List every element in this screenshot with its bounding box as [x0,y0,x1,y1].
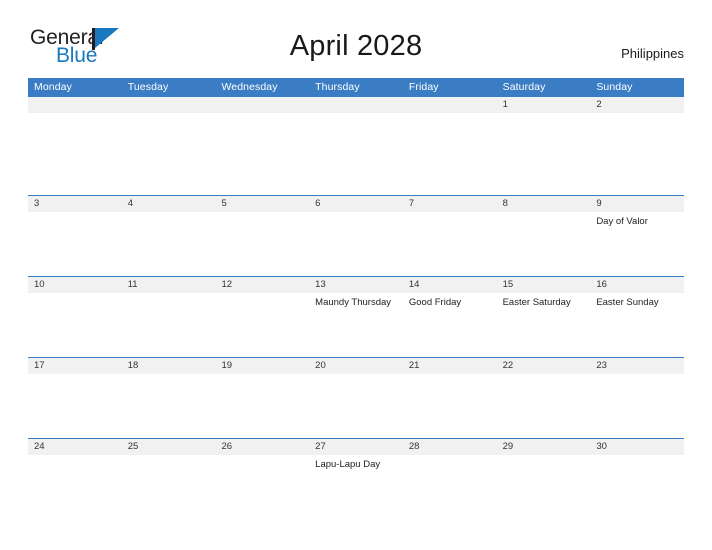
day-event [497,212,591,229]
day-number[interactable] [122,97,216,113]
day-event [403,455,497,472]
day-number[interactable]: 16 [590,277,684,293]
day-number[interactable]: 20 [309,358,403,374]
day-event [28,455,122,472]
day-number[interactable]: 30 [590,439,684,455]
day-number[interactable]: 29 [497,439,591,455]
page-title: April 2028 [289,30,423,62]
region-label: Philippines [621,46,684,61]
day-event [215,374,309,377]
day-event: Maundy Thursday [315,297,392,308]
week-date-band: 10 11 12 13 14 15 16 [28,277,684,293]
day-event [590,113,684,116]
day-number[interactable]: 17 [28,358,122,374]
day-number[interactable] [215,97,309,113]
day-event [497,455,591,472]
day-number[interactable]: 4 [122,196,216,212]
week-event-band [28,374,684,377]
day-number[interactable]: 19 [215,358,309,374]
day-event [403,212,497,229]
day-event [403,113,497,116]
day-number[interactable]: 12 [215,277,309,293]
calendar-grid: Monday Tuesday Wednesday Thursday Friday… [28,78,684,519]
day-number[interactable]: 24 [28,439,122,455]
page-header: General Blue April 2028 Philippines [0,0,712,67]
day-event [497,374,591,377]
day-event [122,113,216,116]
weekday-header-row: Monday Tuesday Wednesday Thursday Friday… [28,78,684,97]
day-number[interactable]: 26 [215,439,309,455]
week-date-band: 3 4 5 6 7 8 9 [28,196,684,212]
day-number[interactable]: 22 [497,358,591,374]
day-event: Easter Sunday [596,297,659,308]
day-event [215,212,309,229]
week-date-band: 24 25 26 27 28 29 30 [28,439,684,455]
day-event [309,212,403,229]
day-number[interactable]: 7 [403,196,497,212]
day-event [28,374,122,377]
day-number[interactable]: 3 [28,196,122,212]
weekday-header-friday: Friday [408,81,439,93]
day-event [122,455,216,472]
weekday-header-tuesday: Tuesday [127,81,169,93]
day-event [590,374,684,377]
day-event [215,455,309,472]
weekday-header-sunday: Sunday [596,81,633,93]
week-row: 1 2 [28,97,684,195]
day-event: Easter Saturday [502,297,571,308]
week-event-band: Lapu-Lapu Day [28,455,684,472]
week-row: 3 4 5 6 7 8 9 Day of Valor [28,195,684,276]
day-event [122,212,216,229]
day-event [122,374,216,377]
week-date-band: 1 2 [28,97,684,113]
week-event-band: Day of Valor [28,212,684,229]
day-event [309,113,403,116]
day-event [122,293,216,310]
day-number[interactable]: 27 [309,439,403,455]
day-event [497,113,591,116]
day-number[interactable]: 8 [497,196,591,212]
day-event: Good Friday [408,297,462,308]
day-number[interactable]: 2 [590,97,684,113]
day-number[interactable]: 5 [215,196,309,212]
week-row: 24 25 26 27 28 29 30 Lapu-Lapu Day [28,438,684,519]
week-row: 17 18 19 20 21 22 23 [28,357,684,438]
day-number[interactable]: 15 [497,277,591,293]
day-event [309,374,403,377]
day-number[interactable] [28,97,122,113]
day-number[interactable]: 1 [497,97,591,113]
day-event [215,293,309,310]
day-event [590,455,684,472]
week-event-band [28,113,684,116]
day-number[interactable]: 11 [122,277,216,293]
day-event [215,113,309,116]
day-number[interactable]: 21 [403,358,497,374]
day-number[interactable]: 9 [590,196,684,212]
day-number[interactable] [403,97,497,113]
week-row: 10 11 12 13 14 15 16 Maundy Thursday Goo… [28,276,684,357]
day-event [28,293,122,310]
day-number[interactable]: 6 [309,196,403,212]
weekday-header-saturday: Saturday [502,81,546,93]
weekday-header-monday: Monday [34,81,72,93]
day-event: Day of Valor [596,216,648,227]
day-number[interactable]: 25 [122,439,216,455]
day-number[interactable] [309,97,403,113]
day-number[interactable]: 28 [403,439,497,455]
day-number[interactable]: 14 [403,277,497,293]
day-number[interactable]: 18 [122,358,216,374]
day-event [28,212,122,229]
day-event: Lapu-Lapu Day [315,459,381,470]
day-event [28,113,122,116]
day-event [403,374,497,377]
day-number[interactable]: 23 [590,358,684,374]
week-date-band: 17 18 19 20 21 22 23 [28,358,684,374]
weekday-header-wednesday: Wednesday [221,81,278,93]
week-event-band: Maundy Thursday Good Friday Easter Satur… [28,293,684,310]
weekday-header-thursday: Thursday [315,81,360,93]
day-number[interactable]: 13 [309,277,403,293]
day-number[interactable]: 10 [28,277,122,293]
